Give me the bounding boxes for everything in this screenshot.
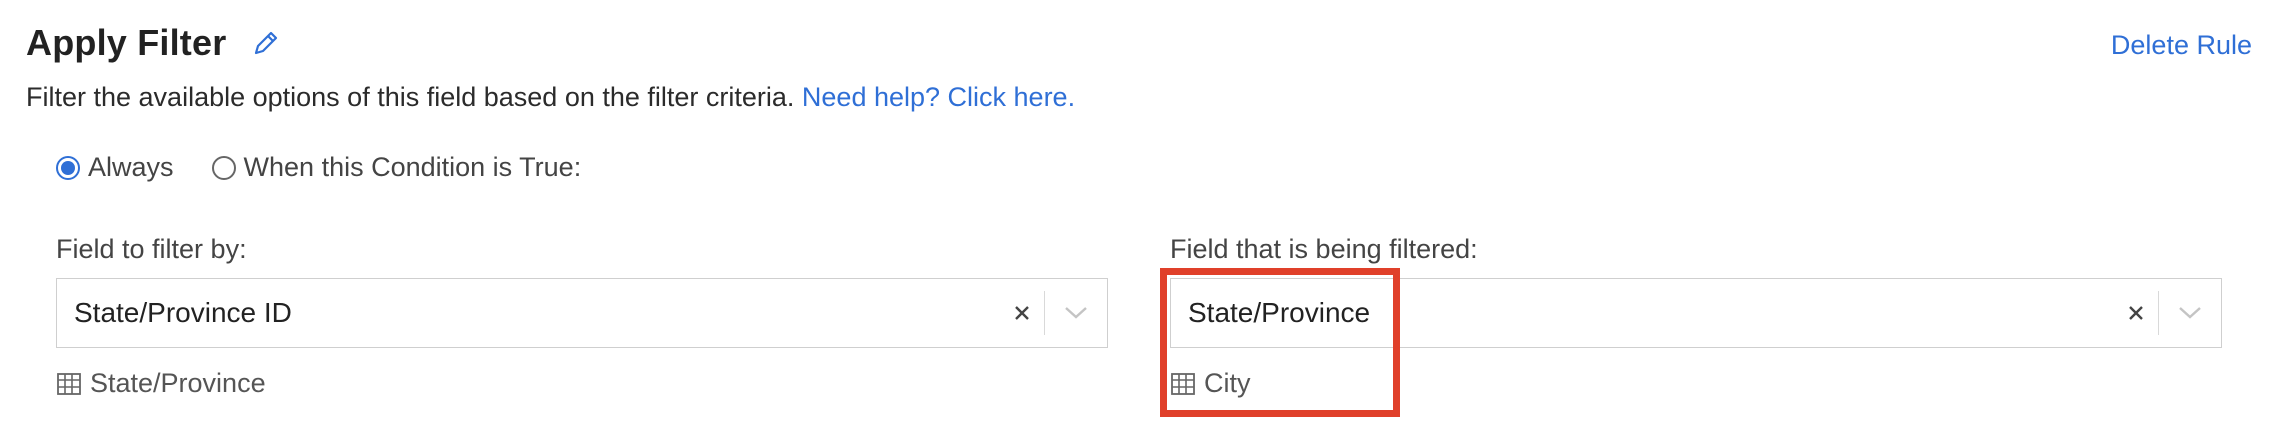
chevron-down-icon[interactable]: [2159, 291, 2221, 335]
pencil-icon[interactable]: [250, 27, 282, 59]
delete-rule-link[interactable]: Delete Rule: [2111, 30, 2252, 61]
clear-icon[interactable]: [1000, 291, 1044, 335]
filtered-field-table: City: [1170, 368, 1251, 399]
description: Filter the available options of this fie…: [26, 82, 1075, 113]
condition-radio-group: Always When this Condition is True:: [56, 152, 619, 183]
help-link[interactable]: Need help? Click here.: [802, 82, 1075, 112]
radio-always-indicator[interactable]: [56, 155, 80, 180]
description-text: Filter the available options of this fie…: [26, 82, 795, 112]
header: Apply Filter: [26, 22, 282, 64]
radio-always[interactable]: Always: [56, 152, 174, 183]
filter-by-table: State/Province: [56, 368, 266, 399]
table-icon: [57, 372, 81, 395]
filter-by-select[interactable]: State/Province ID: [56, 278, 1108, 348]
filter-by-label: Field to filter by:: [56, 234, 247, 264]
radio-when-condition[interactable]: When this Condition is True:: [211, 152, 582, 183]
table-icon: [1171, 372, 1195, 395]
filtered-field-label: Field that is being filtered:: [1170, 234, 1478, 264]
chevron-down-icon[interactable]: [1045, 291, 1107, 335]
filtered-field-table-name: City: [1204, 368, 1251, 398]
radio-always-label: Always: [88, 152, 174, 182]
filter-by-table-name: State/Province: [90, 368, 266, 398]
radio-when-condition-label: When this Condition is True:: [243, 152, 582, 182]
filtered-field-select[interactable]: State/Province: [1170, 278, 2222, 348]
clear-icon[interactable]: [2114, 291, 2158, 335]
filter-by-value: State/Province ID: [74, 297, 292, 328]
radio-when-condition-indicator[interactable]: [211, 155, 236, 180]
page-title: Apply Filter: [26, 22, 227, 63]
filtered-field-value: State/Province: [1188, 297, 1371, 328]
